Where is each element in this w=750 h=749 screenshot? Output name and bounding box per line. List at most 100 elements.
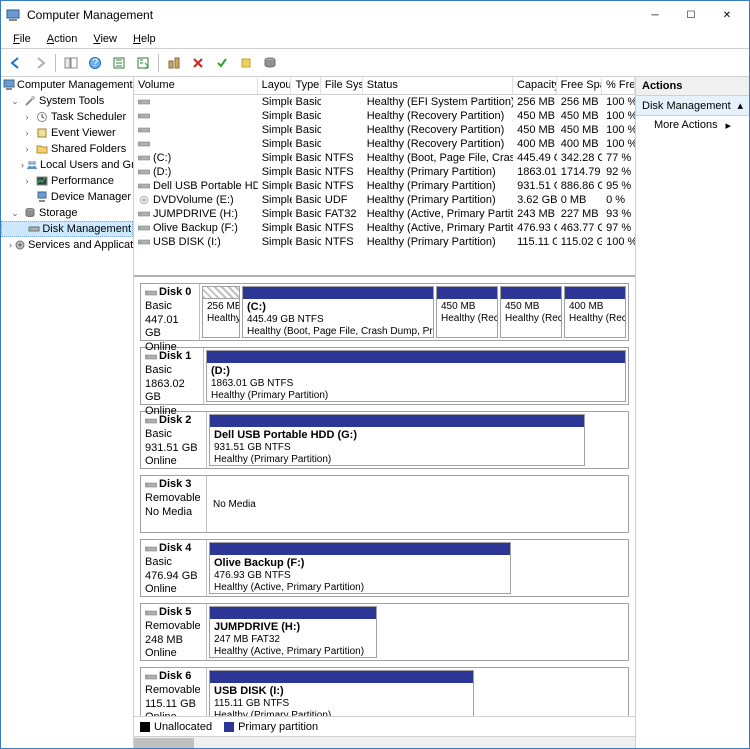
disk-diagram-area[interactable]: Disk 0Basic447.01 GBOnline256 MBHealthy …	[134, 277, 635, 716]
disk-row[interactable]: Disk 4Basic476.94 GBOnlineOlive Backup (…	[140, 539, 629, 597]
tree-performance[interactable]: ›Performance	[1, 173, 133, 189]
tree-device-manager[interactable]: Device Manager	[1, 189, 133, 205]
volume-row[interactable]: SimpleBasicHealthy (EFI System Partition…	[134, 95, 635, 109]
tree-event-viewer[interactable]: ›Event Viewer	[1, 125, 133, 141]
partition-body: 256 MBHealthy (EFI Syste	[203, 299, 239, 337]
chevron-up-icon: ▴	[737, 99, 743, 112]
maximize-button[interactable]: ☐	[673, 3, 709, 27]
disk-button[interactable]	[259, 52, 281, 74]
disk-icon	[145, 544, 157, 554]
volume-row[interactable]: Dell USB Portable HDD (G:)SimpleBasicNTF…	[134, 179, 635, 193]
scrollbar-thumb[interactable]	[134, 738, 194, 748]
window-buttons: ─ ☐ ✕	[637, 3, 745, 27]
volume-row[interactable]: Olive Backup (F:)SimpleBasicNTFSHealthy …	[134, 221, 635, 235]
legend-primary: Primary partition	[224, 721, 318, 733]
tree-shared-folders[interactable]: ›Shared Folders	[1, 141, 133, 157]
partition[interactable]: (D:)1863.01 GB NTFSHealthy (Primary Part…	[206, 350, 626, 402]
show-hide-tree-button[interactable]	[60, 52, 82, 74]
actions-more[interactable]: More Actions▸	[636, 116, 749, 135]
close-button[interactable]: ✕	[709, 3, 745, 27]
delete-button[interactable]	[187, 52, 209, 74]
actions-section[interactable]: Disk Management▴	[636, 96, 749, 116]
col-status[interactable]: Status	[363, 77, 513, 94]
disk-info: Disk 3RemovableNo Media	[141, 476, 207, 532]
collapse-icon[interactable]: ⌄	[9, 208, 21, 219]
partition[interactable]: 400 MBHealthy (Recovery P	[564, 286, 626, 338]
col-type[interactable]: Type	[291, 77, 320, 94]
disk-icon	[138, 97, 150, 107]
disk-row[interactable]: Disk 5Removable248 MBOnlineJUMPDRIVE (H:…	[140, 603, 629, 661]
volume-row[interactable]: JUMPDRIVE (H:)SimpleBasicFAT32Healthy (A…	[134, 207, 635, 221]
expand-icon[interactable]: ›	[9, 240, 12, 250]
disk-row[interactable]: Disk 2Basic931.51 GBOnlineDell USB Porta…	[140, 411, 629, 469]
partition-body: 450 MBHealthy (Recovery P	[501, 299, 561, 337]
col-filesystem[interactable]: File System	[321, 77, 363, 94]
forward-button[interactable]	[29, 52, 51, 74]
disk-icon	[145, 416, 157, 426]
col-capacity[interactable]: Capacity	[513, 77, 557, 94]
disk-icon	[145, 480, 157, 490]
wizard-button[interactable]	[235, 52, 257, 74]
partition[interactable]: 450 MBHealthy (Recovery P	[436, 286, 498, 338]
expand-icon[interactable]: ›	[21, 160, 24, 170]
volume-row[interactable]: SimpleBasicHealthy (Recovery Partition)4…	[134, 109, 635, 123]
volume-row[interactable]: (D:)SimpleBasicNTFSHealthy (Primary Part…	[134, 165, 635, 179]
disk-icon	[138, 139, 150, 149]
volume-list[interactable]: Volume Layout Type File System Status Ca…	[134, 77, 635, 277]
disk-icon	[138, 167, 150, 177]
disk-row[interactable]: Disk 1Basic1863.02 GBOnline(D:)1863.01 G…	[140, 347, 629, 405]
partition[interactable]: 450 MBHealthy (Recovery P	[500, 286, 562, 338]
tree-services[interactable]: ›Services and Applications	[1, 237, 133, 253]
col-layout[interactable]: Layout	[258, 77, 292, 94]
partition[interactable]: JUMPDRIVE (H:)247 MB FAT32Healthy (Activ…	[209, 606, 377, 658]
disk-row[interactable]: Disk 0Basic447.01 GBOnline256 MBHealthy …	[140, 283, 629, 341]
tree-task-scheduler[interactable]: › Task Scheduler	[1, 109, 133, 125]
menu-help[interactable]: Help	[125, 31, 164, 47]
minimize-button[interactable]: ─	[637, 3, 673, 27]
partition[interactable]: USB DISK (I:)115.11 GB NTFSHealthy (Prim…	[209, 670, 474, 716]
tree-storage[interactable]: ⌄Storage	[1, 205, 133, 221]
refresh2-button[interactable]	[132, 52, 154, 74]
volume-row[interactable]: SimpleBasicHealthy (Recovery Partition)4…	[134, 137, 635, 151]
help-button[interactable]: ?	[84, 52, 106, 74]
tree-root[interactable]: Computer Management (Local	[1, 77, 133, 93]
volume-row[interactable]: USB DISK (I:)SimpleBasicNTFSHealthy (Pri…	[134, 235, 635, 249]
back-button[interactable]	[5, 52, 27, 74]
expand-icon[interactable]: ›	[21, 128, 33, 138]
tree-label: Task Scheduler	[51, 111, 126, 123]
partition[interactable]: Dell USB Portable HDD (G:)931.51 GB NTFS…	[209, 414, 585, 466]
expand-icon[interactable]: ›	[21, 144, 33, 154]
settings-button[interactable]	[163, 52, 185, 74]
tools-icon	[23, 94, 37, 108]
navigation-tree[interactable]: Computer Management (Local ⌄System Tools…	[1, 77, 134, 748]
properties-button[interactable]	[211, 52, 233, 74]
expand-icon[interactable]: ›	[21, 176, 33, 186]
tree-system-tools[interactable]: ⌄System Tools	[1, 93, 133, 109]
partition[interactable]: 256 MBHealthy (EFI Syste	[202, 286, 240, 338]
menu-action[interactable]: Action	[39, 31, 86, 47]
disk-info: Disk 5Removable248 MBOnline	[141, 604, 207, 660]
refresh-button[interactable]	[108, 52, 130, 74]
disk-icon	[28, 222, 40, 236]
tree-local-users[interactable]: ›Local Users and Groups	[1, 157, 133, 173]
disk-row[interactable]: Disk 3RemovableNo MediaNo Media	[140, 475, 629, 533]
volume-row[interactable]: SimpleBasicHealthy (Recovery Partition)4…	[134, 123, 635, 137]
collapse-icon[interactable]: ⌄	[9, 96, 21, 107]
col-freespace[interactable]: Free Space	[557, 77, 602, 94]
expand-icon[interactable]: ›	[21, 112, 33, 122]
partition[interactable]: (C:)445.49 GB NTFSHealthy (Boot, Page Fi…	[242, 286, 434, 338]
col-volume[interactable]: Volume	[134, 77, 258, 94]
tree-disk-management[interactable]: Disk Management	[1, 221, 133, 237]
col-percent-free[interactable]: % Free	[602, 77, 635, 94]
disk-icon	[138, 209, 150, 219]
volume-row[interactable]: DVDVolume (E:)SimpleBasicUDFHealthy (Pri…	[134, 193, 635, 207]
disk-partitions: JUMPDRIVE (H:)247 MB FAT32Healthy (Activ…	[207, 604, 628, 660]
menu-view[interactable]: View	[85, 31, 125, 47]
volume-header: Volume Layout Type File System Status Ca…	[134, 77, 635, 95]
volume-row[interactable]: (C:)SimpleBasicNTFSHealthy (Boot, Page F…	[134, 151, 635, 165]
disk-row[interactable]: Disk 6Removable115.11 GBOnlineUSB DISK (…	[140, 667, 629, 716]
tree-label: Device Manager	[51, 191, 131, 203]
partition[interactable]: Olive Backup (F:)476.93 GB NTFSHealthy (…	[209, 542, 511, 594]
horizontal-scrollbar[interactable]	[134, 736, 635, 748]
menu-file[interactable]: File	[5, 31, 39, 47]
